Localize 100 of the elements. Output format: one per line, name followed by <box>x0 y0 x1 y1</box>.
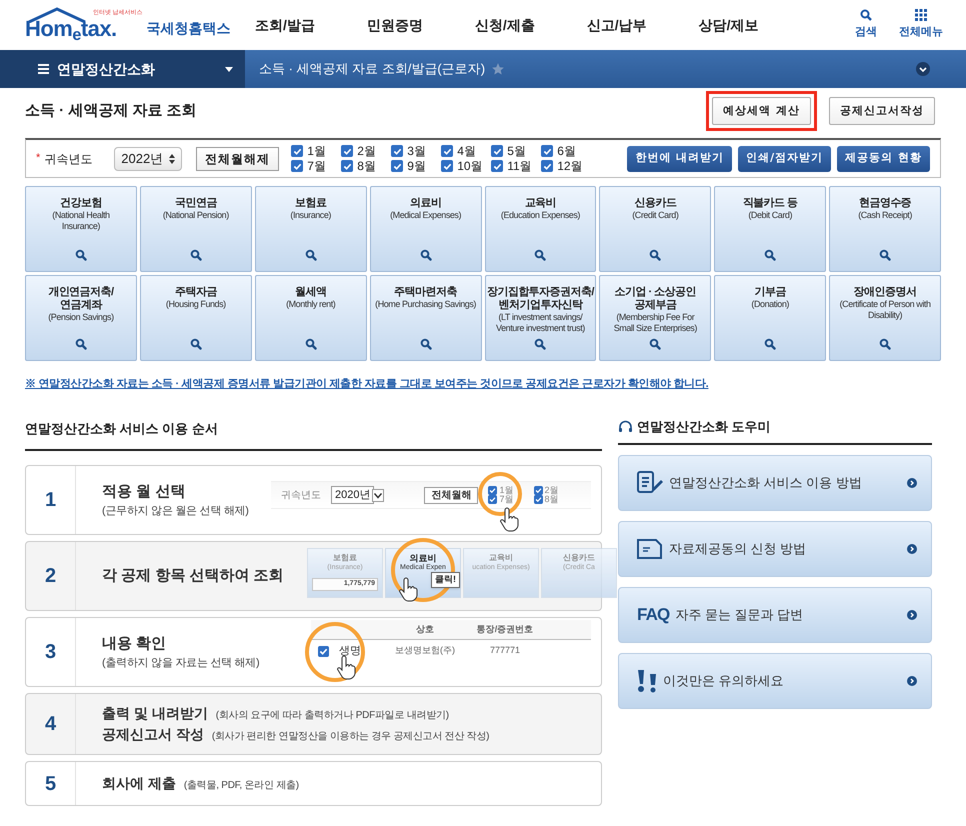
checkbox[interactable] <box>291 145 304 157</box>
category-tile[interactable]: 의료비 (Medical Expenses) <box>370 186 482 272</box>
checkbox[interactable] <box>488 495 498 504</box>
required-mark: * <box>36 151 40 166</box>
action-button[interactable]: 한번에 내려받기 <box>627 146 732 172</box>
helper-link-card[interactable]: 이것만은 유의하세요 <box>618 652 932 708</box>
search-icon <box>534 338 546 350</box>
main-menu-item[interactable]: 민원증명 <box>366 14 423 36</box>
category-tile[interactable]: 소기업 · 소상공인 공제부금 (Membership Fee For Small Size Enterprises) <box>599 275 712 361</box>
checkbox[interactable] <box>541 145 554 157</box>
step-note: (회사의 요구에 따라 출력하거나 PDF파일로 내려받기) <box>216 709 449 723</box>
section-menu-button[interactable]: 연말정산간소화 <box>0 50 245 88</box>
month-label: 12월 <box>557 160 583 172</box>
dropdown-icon <box>372 488 384 502</box>
checkbox[interactable] <box>391 145 404 157</box>
category-tile[interactable]: 장애인증명서 (Certificate of Person with Disability) <box>829 275 941 361</box>
search-icon <box>860 9 872 22</box>
checkbox[interactable] <box>541 160 554 172</box>
search-icon <box>420 249 432 261</box>
search-icon <box>879 249 892 261</box>
chevron-down-icon[interactable] <box>916 62 930 76</box>
chevron-right-icon <box>907 478 917 488</box>
month-label: 11월 <box>507 160 532 172</box>
main-menu-item[interactable]: 신청/제출 <box>474 14 535 36</box>
category-tile[interactable]: 개인연금저축/ 연금계좌 (Pension Savings) <box>25 275 137 361</box>
helper-link-card[interactable]: 연말정산간소화 서비스 이용 방법 <box>618 454 932 510</box>
step-note: (회사가 편리한 연말정산을 이용하는 경우 공제신고서 전산 작성) <box>212 730 490 744</box>
headset-icon <box>618 420 633 434</box>
month-label: 8월 <box>357 160 376 172</box>
logo-text[interactable]: Hom$_{e}$tax. <box>25 18 143 40</box>
table-cell-text: 생명 <box>338 644 362 659</box>
checkbox[interactable] <box>341 160 354 172</box>
category-tile[interactable]: 교육비 (Education Expenses) <box>484 186 596 272</box>
notice-link[interactable]: ※ 연말정산간소화 자료는 소득 · 세액공제 증명서류 발급기관이 제출한 자료를 그대로 보여주는 것이므로 공제요건은 근로자가 확인해야 합니다. <box>25 378 708 390</box>
action-button[interactable]: 예상세액 계산 <box>706 91 817 131</box>
step-number: 2 <box>26 542 76 610</box>
checkbox[interactable] <box>491 160 504 172</box>
category-tile[interactable]: 현금영수증 (Cash Receipt) <box>829 186 941 272</box>
document-pen-icon <box>637 470 663 494</box>
month-label: 1월 <box>307 145 326 157</box>
main-menu-item[interactable]: 신고/납부 <box>586 14 647 36</box>
star-icon[interactable] <box>491 62 506 76</box>
month-label: 9월 <box>407 160 426 172</box>
category-tile[interactable]: 건강보험 (National Health Insurance) <box>25 186 137 272</box>
chevron-right-icon <box>907 610 917 620</box>
checkbox[interactable] <box>318 646 328 656</box>
chevron-right-icon <box>907 676 917 686</box>
header-tool-button[interactable]: 검색 <box>855 9 877 41</box>
header-tool-button[interactable]: 전체메뉴 <box>899 9 943 41</box>
section-heading: 연말정산간소화 도우미 <box>637 418 771 436</box>
category-tile[interactable]: 기부금 (Donation) <box>714 275 826 361</box>
menu-icon <box>38 64 49 74</box>
action-button[interactable]: 제공동의 현황 <box>837 146 930 172</box>
checkbox[interactable] <box>491 145 504 157</box>
category-tile[interactable]: 월세액 (Monthly rent) <box>254 275 367 361</box>
field-label: 귀속년도 <box>44 150 94 168</box>
click-callout: 클릭! <box>431 572 460 588</box>
step-note: (근무하지 않은 월은 선택 해제) <box>102 504 249 519</box>
checkbox[interactable] <box>341 145 354 157</box>
clear-months-button[interactable]: 전체월해제 <box>196 146 280 170</box>
main-menu-item[interactable]: 조회/발급 <box>255 14 315 36</box>
month-label: 10월 <box>457 160 483 172</box>
category-tile[interactable]: 직불카드 등 (Debit Card) <box>714 186 826 272</box>
logo-subtitle: 국세청홈택스 <box>146 19 231 38</box>
exclamation-icon <box>637 668 657 692</box>
checkbox[interactable] <box>291 160 304 172</box>
checkbox[interactable] <box>534 495 542 504</box>
step-title: 회사에 제출 <box>102 774 176 793</box>
step-title: 공제신고서 작성 <box>102 725 204 744</box>
chevron-right-icon <box>907 544 917 554</box>
search-icon <box>764 249 776 261</box>
category-tile[interactable]: 주택자금 (Housing Funds) <box>140 275 252 361</box>
category-tile[interactable]: 주택마련저축 (Home Purchasing Savings) <box>370 275 482 361</box>
section-heading: 연말정산간소화 서비스 이용 순서 <box>25 421 218 436</box>
month-label: 4월 <box>457 145 476 157</box>
helper-link-card[interactable]: 자료제공동의 신청 방법 <box>618 520 932 576</box>
category-tile[interactable]: 국민연금 (National Pension) <box>140 186 252 272</box>
category-tile[interactable]: 장기집합투자증권저축/ 벤처기업투자신탁 (LT investment savings/ Venture investment trust) <box>484 275 596 361</box>
search-icon <box>74 249 87 261</box>
column-header: 상호 <box>415 622 435 636</box>
faq-label: FAQ <box>637 604 670 626</box>
caret-icon <box>225 66 233 72</box>
helper-link-card[interactable]: FAQ 자주 묻는 질문과 답변 <box>618 586 932 642</box>
year-select[interactable]: 2022년 <box>114 146 182 170</box>
category-tile[interactable]: 신용카드 (Credit Card) <box>599 186 712 272</box>
search-icon <box>304 338 317 350</box>
main-menu-item[interactable]: 상담/제보 <box>698 14 759 36</box>
checkbox[interactable] <box>534 486 542 495</box>
category-tile[interactable]: 보험료 (Insurance) <box>254 186 367 272</box>
search-icon <box>649 338 662 350</box>
checkbox[interactable] <box>441 145 454 157</box>
search-icon <box>304 249 317 261</box>
table-cell-text: 보생명보험(주) <box>394 644 456 658</box>
search-icon <box>420 338 432 350</box>
checkbox[interactable] <box>391 160 404 172</box>
action-button[interactable]: 인쇄/점자받기 <box>738 146 832 172</box>
step-number: 3 <box>26 618 76 686</box>
step-title: 적용 월 선택 <box>102 482 186 502</box>
checkbox[interactable] <box>488 486 498 495</box>
checkbox[interactable] <box>441 160 454 172</box>
